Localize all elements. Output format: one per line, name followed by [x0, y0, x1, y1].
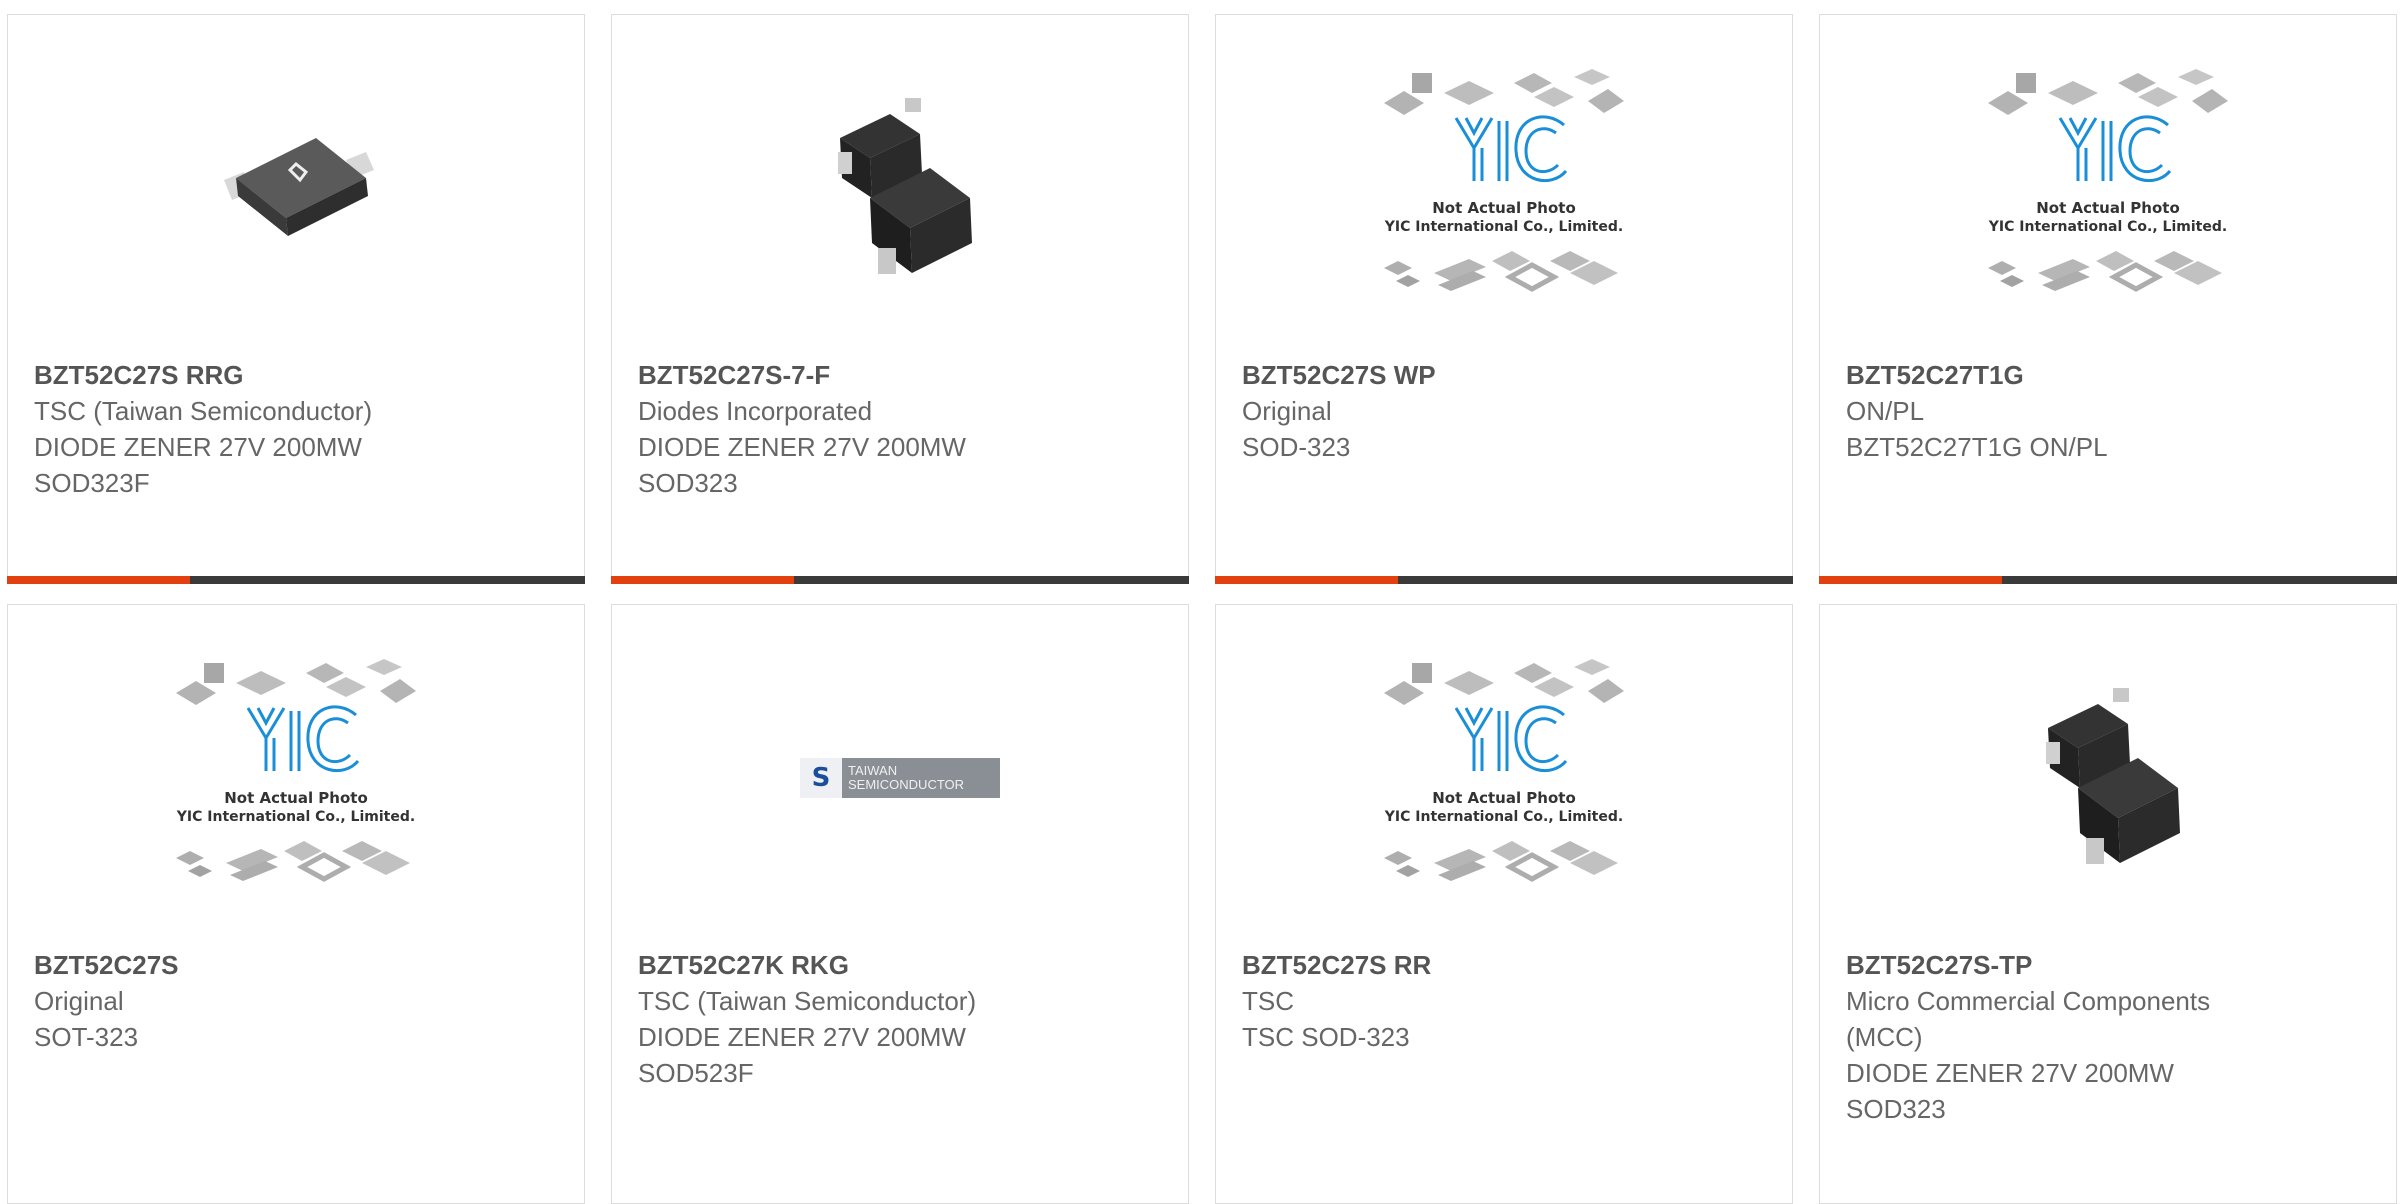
description-line: DIODE ZENER 27V 200MW	[638, 432, 966, 462]
product-info: BZT52C27S RR TSC TSC SOD-323	[1242, 947, 1772, 1055]
diode-chip-image	[838, 97, 972, 274]
product-image[interactable]	[1820, 605, 2396, 950]
card-accent-bar	[7, 576, 585, 584]
product-card[interactable]: Not Actual Photo YIC International Co., …	[7, 604, 585, 1204]
manufacturer: TSC	[1242, 986, 1294, 1016]
product-card[interactable]: Not Actual Photo YIC International Co., …	[1819, 14, 2397, 584]
product-info: BZT52C27S RRG TSC (Taiwan Semiconductor) D…	[34, 357, 564, 501]
placeholder-text: Not Actual Photo	[224, 789, 368, 807]
product-card[interactable]: Not Actual Photo YIC International Co., …	[1215, 604, 1793, 1204]
product-info: BZT52C27S Original SOT-323	[34, 947, 564, 1055]
part-number-link[interactable]: BZT52C27S	[34, 947, 564, 983]
accent-segment	[7, 576, 190, 584]
accent-segment	[1819, 576, 2002, 584]
manufacturer: TSC (Taiwan Semiconductor)	[34, 396, 373, 426]
placeholder-text: Not Actual Photo	[2036, 199, 2180, 217]
description-line: DIODE ZENER 27V 200MW	[34, 432, 362, 462]
product-card[interactable]: BZT52C27S-TP Micro Commercial Components (…	[1819, 604, 2397, 1204]
description-line: SOD-323	[1242, 432, 1351, 462]
yic-placeholder-image: Not Actual Photo YIC International Co., …	[1988, 68, 2228, 292]
description-line: SOD523F	[638, 1058, 754, 1088]
yic-placeholder-image: Not Actual Photo YIC International Co., …	[1384, 68, 1624, 292]
product-image[interactable]: Not Actual Photo YIC International Co., …	[8, 605, 584, 950]
description-line: DIODE ZENER 27V 200MW	[1846, 1058, 2174, 1088]
product-info: BZT52C27T1G ON/PL BZT52C27T1G ON/PL	[1846, 357, 2376, 465]
product-image[interactable]: Not Actual Photo YIC International Co., …	[1216, 15, 1792, 360]
description-line: SOD323F	[34, 468, 150, 498]
product-image[interactable]: Not Actual Photo YIC International Co., …	[1216, 605, 1792, 950]
part-number-link[interactable]: BZT52C27S RR	[1242, 947, 1772, 983]
placeholder-text: YIC International Co., Limited.	[1988, 219, 2227, 235]
placeholder-text: YIC International Co., Limited.	[1384, 219, 1623, 235]
yic-placeholder-image: Not Actual Photo YIC International Co., …	[176, 658, 416, 882]
product-grid: BZT52C27S RRG TSC (Taiwan Semiconductor) D…	[0, 0, 2400, 1204]
part-number-link[interactable]: BZT52C27K RKG	[638, 947, 1168, 983]
manufacturer: Original	[34, 986, 124, 1016]
placeholder-text: Not Actual Photo	[1432, 789, 1576, 807]
part-number-link[interactable]: BZT52C27S-7-F	[638, 357, 1168, 393]
part-number-link[interactable]: BZT52C27S-TP	[1846, 947, 2376, 983]
description-line: (MCC)	[1846, 1022, 1923, 1052]
placeholder-text: Not Actual Photo	[1432, 199, 1576, 217]
product-image[interactable]	[8, 15, 584, 360]
product-info: BZT52C27S-7-F Diodes Incorporated DIODE ZE…	[638, 357, 1168, 501]
card-accent-bar	[611, 576, 1189, 584]
placeholder-text: YIC International Co., Limited.	[1384, 809, 1623, 825]
manufacturer: Diodes Incorporated	[638, 396, 873, 426]
manufacturer: Original	[1242, 396, 1332, 426]
accent-segment	[1215, 576, 1398, 584]
product-info: BZT52C27S-TP Micro Commercial Components (…	[1846, 947, 2376, 1127]
product-image[interactable]: S TAIWAN SEMICONDUCTOR	[612, 605, 1188, 950]
description-line: TSC SOD-323	[1242, 1022, 1410, 1052]
part-number-link[interactable]: BZT52C27S WP	[1242, 357, 1772, 393]
product-image[interactable]: Not Actual Photo YIC International Co., …	[1820, 15, 2396, 360]
product-image[interactable]	[612, 15, 1188, 360]
description-line: SOD323	[1846, 1094, 1946, 1124]
product-card[interactable]: S TAIWAN SEMICONDUCTOR BZT52C27K RKG TSC (…	[611, 604, 1189, 1204]
description-line: DIODE ZENER 27V 200MW	[638, 1022, 966, 1052]
product-info: BZT52C27S WP Original SOD-323	[1242, 357, 1772, 465]
product-card[interactable]: BZT52C27S-7-F Diodes Incorporated DIODE ZE…	[611, 14, 1189, 584]
product-info: BZT52C27K RKG TSC (Taiwan Semiconductor) D…	[638, 947, 1168, 1091]
card-accent-bar	[1215, 576, 1793, 584]
diode-chip-image	[224, 137, 374, 236]
manufacturer: ON/PL	[1846, 396, 1925, 426]
diode-chip-image	[2046, 687, 2180, 864]
yic-placeholder-image: Not Actual Photo YIC International Co., …	[1384, 658, 1624, 882]
card-accent-bar	[1819, 576, 2397, 584]
accent-segment	[611, 576, 794, 584]
manufacturer: TSC (Taiwan Semiconductor)	[638, 986, 977, 1016]
part-number-link[interactable]: BZT52C27T1G	[1846, 357, 2376, 393]
description-line: BZT52C27T1G ON/PL	[1846, 432, 2108, 462]
manufacturer: Micro Commercial Components	[1846, 986, 2211, 1016]
taiwan-semiconductor-logo: S TAIWAN SEMICONDUCTOR	[800, 757, 1000, 798]
placeholder-text: YIC International Co., Limited.	[176, 809, 415, 825]
description-line: SOT-323	[34, 1022, 139, 1052]
description-line: SOD323	[638, 468, 738, 498]
product-card[interactable]: BZT52C27S RRG TSC (Taiwan Semiconductor) D…	[7, 14, 585, 584]
part-number-link[interactable]: BZT52C27S RRG	[34, 357, 564, 393]
product-card[interactable]: Not Actual Photo YIC International Co., …	[1215, 14, 1793, 584]
